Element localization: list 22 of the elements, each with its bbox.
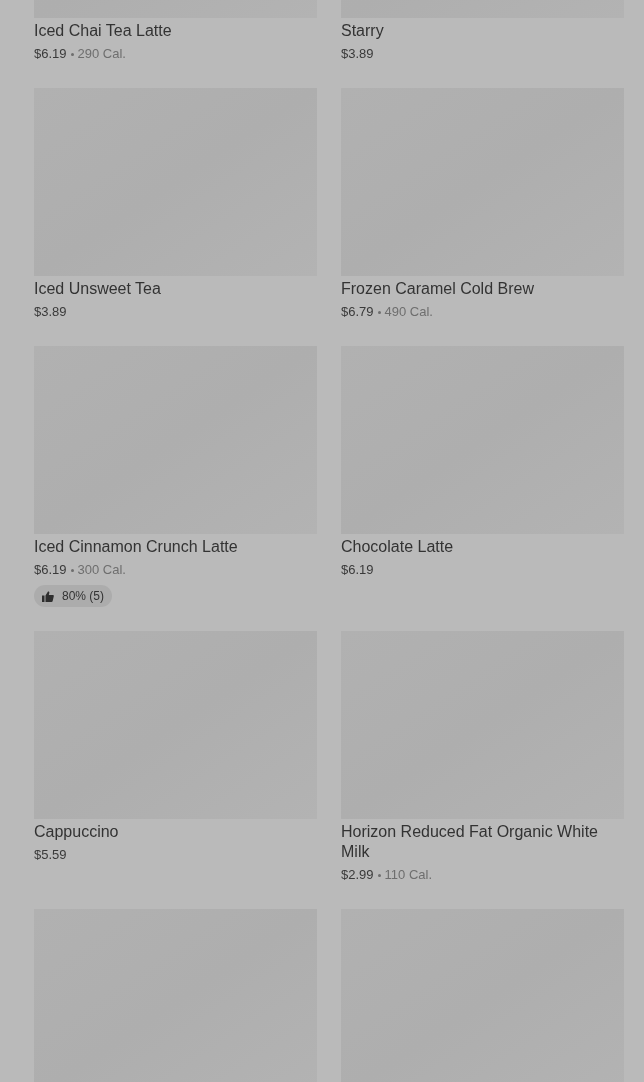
- item-price: $6.19: [341, 561, 374, 579]
- item-price: $6.19: [34, 561, 67, 579]
- item-calories: 290 Cal.: [77, 45, 126, 63]
- item-price: $6.79: [341, 303, 374, 321]
- thumbs-up-icon: [42, 590, 54, 602]
- item-name[interactable]: Frozen Caramel Cold Brew: [341, 279, 624, 299]
- item-name[interactable]: Chocolate Latte: [341, 537, 624, 557]
- item-name[interactable]: Cappuccino: [34, 822, 317, 842]
- item-name[interactable]: Starry: [341, 21, 624, 41]
- item-name[interactable]: Iced Chai Tea Latte: [34, 21, 317, 41]
- item-price: $5.59: [34, 846, 67, 864]
- item-name[interactable]: Iced Cinnamon Crunch Latte: [34, 537, 317, 557]
- item-price: $3.89: [341, 45, 374, 63]
- item-price: $2.99: [341, 866, 374, 884]
- rating-badge: 80% (5): [34, 585, 113, 607]
- item-calories: 300 Cal.: [77, 561, 126, 579]
- item-name[interactable]: Horizon Reduced Fat Organic White Milk: [341, 822, 624, 862]
- item-price: $6.19: [34, 45, 67, 63]
- item-price: $3.89: [34, 303, 67, 321]
- item-calories: 110 Cal.: [384, 866, 432, 884]
- item-name[interactable]: Iced Unsweet Tea: [34, 279, 317, 299]
- item-calories: 490 Cal.: [384, 303, 433, 321]
